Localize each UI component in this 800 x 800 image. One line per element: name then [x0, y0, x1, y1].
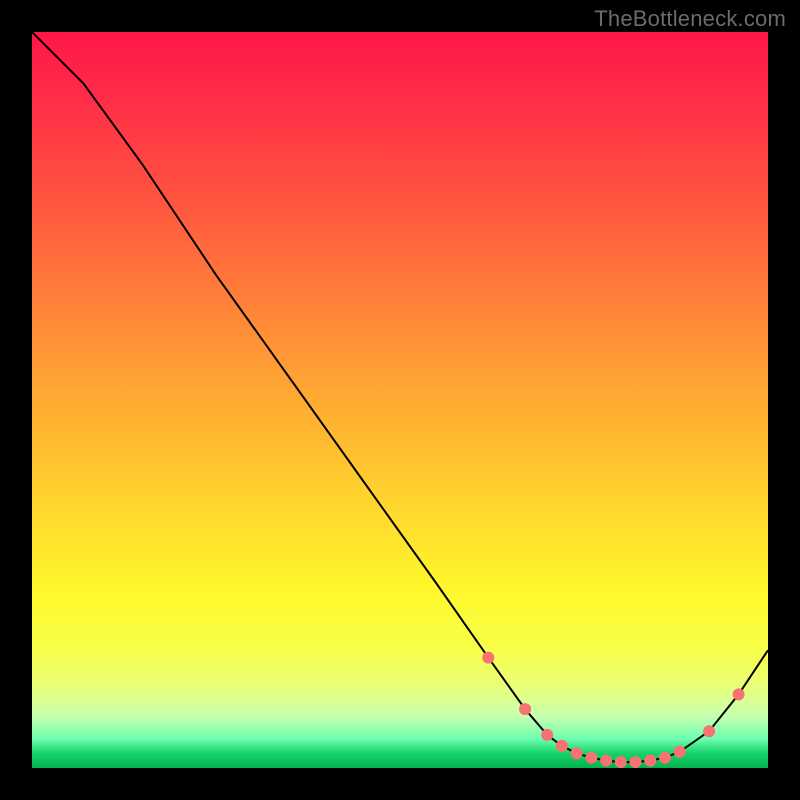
- chart-root: TheBottleneck.com: [0, 0, 800, 800]
- marker-dot: [585, 752, 597, 764]
- marker-dot: [600, 755, 612, 767]
- marker-dot: [659, 752, 671, 764]
- marker-dot: [571, 747, 583, 759]
- marker-dot: [733, 688, 745, 700]
- marker-group: [482, 652, 744, 768]
- marker-dot: [644, 755, 656, 767]
- curve-layer: [32, 32, 768, 768]
- marker-dot: [630, 756, 642, 768]
- marker-dot: [703, 725, 715, 737]
- marker-dot: [482, 652, 494, 664]
- marker-dot: [556, 740, 568, 752]
- plot-area: [32, 32, 768, 768]
- curve-path: [32, 32, 768, 762]
- marker-dot: [615, 756, 627, 768]
- marker-dot: [519, 703, 531, 715]
- marker-dot: [541, 729, 553, 741]
- attribution-label: TheBottleneck.com: [594, 6, 786, 32]
- marker-dot: [674, 746, 686, 758]
